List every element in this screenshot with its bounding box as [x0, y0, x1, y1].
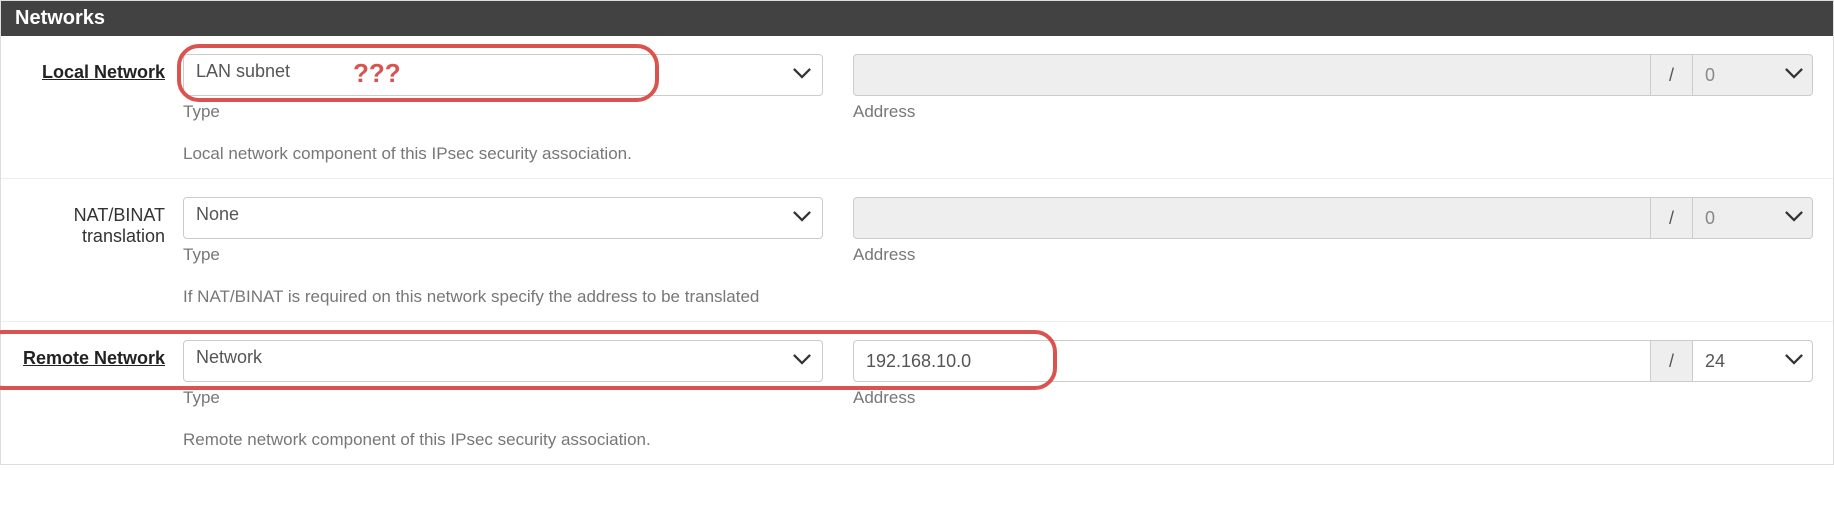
- local-type-sublabel: Type: [183, 102, 823, 122]
- local-mask-select: [1693, 54, 1813, 96]
- label-remote-network[interactable]: Remote Network: [23, 348, 165, 368]
- row-remote-network: Remote Network Network Type /: [1, 322, 1833, 464]
- nat-type-sublabel: Type: [183, 245, 823, 265]
- row-nat-binat: NAT/BINAT translation None Type /: [1, 179, 1833, 322]
- nat-mask-select: [1693, 197, 1813, 239]
- remote-help-text: Remote network component of this IPsec s…: [183, 430, 1813, 450]
- local-type-select[interactable]: LAN subnet: [183, 54, 823, 96]
- local-address-sublabel: Address: [853, 102, 1813, 122]
- slash-addon: /: [1651, 54, 1693, 96]
- local-help-text: Local network component of this IPsec se…: [183, 144, 1813, 164]
- nat-address-sublabel: Address: [853, 245, 1813, 265]
- panel-title: Networks: [1, 1, 1833, 36]
- slash-addon: /: [1651, 197, 1693, 239]
- local-address-input: [853, 54, 1651, 96]
- slash-addon: /: [1651, 340, 1693, 382]
- nat-type-select[interactable]: None: [183, 197, 823, 239]
- networks-panel: Networks Local Network LAN subnet ??? Ty…: [0, 0, 1834, 465]
- nat-address-input: [853, 197, 1651, 239]
- remote-type-select[interactable]: Network: [183, 340, 823, 382]
- nat-help-text: If NAT/BINAT is required on this network…: [183, 287, 1813, 307]
- label-nat-binat: NAT/BINAT translation: [74, 205, 165, 246]
- remote-address-input[interactable]: [853, 340, 1651, 382]
- remote-address-sublabel: Address: [853, 388, 1813, 408]
- remote-type-sublabel: Type: [183, 388, 823, 408]
- row-local-network: Local Network LAN subnet ??? Type: [1, 36, 1833, 179]
- remote-mask-select[interactable]: [1693, 340, 1813, 382]
- label-local-network[interactable]: Local Network: [42, 62, 165, 82]
